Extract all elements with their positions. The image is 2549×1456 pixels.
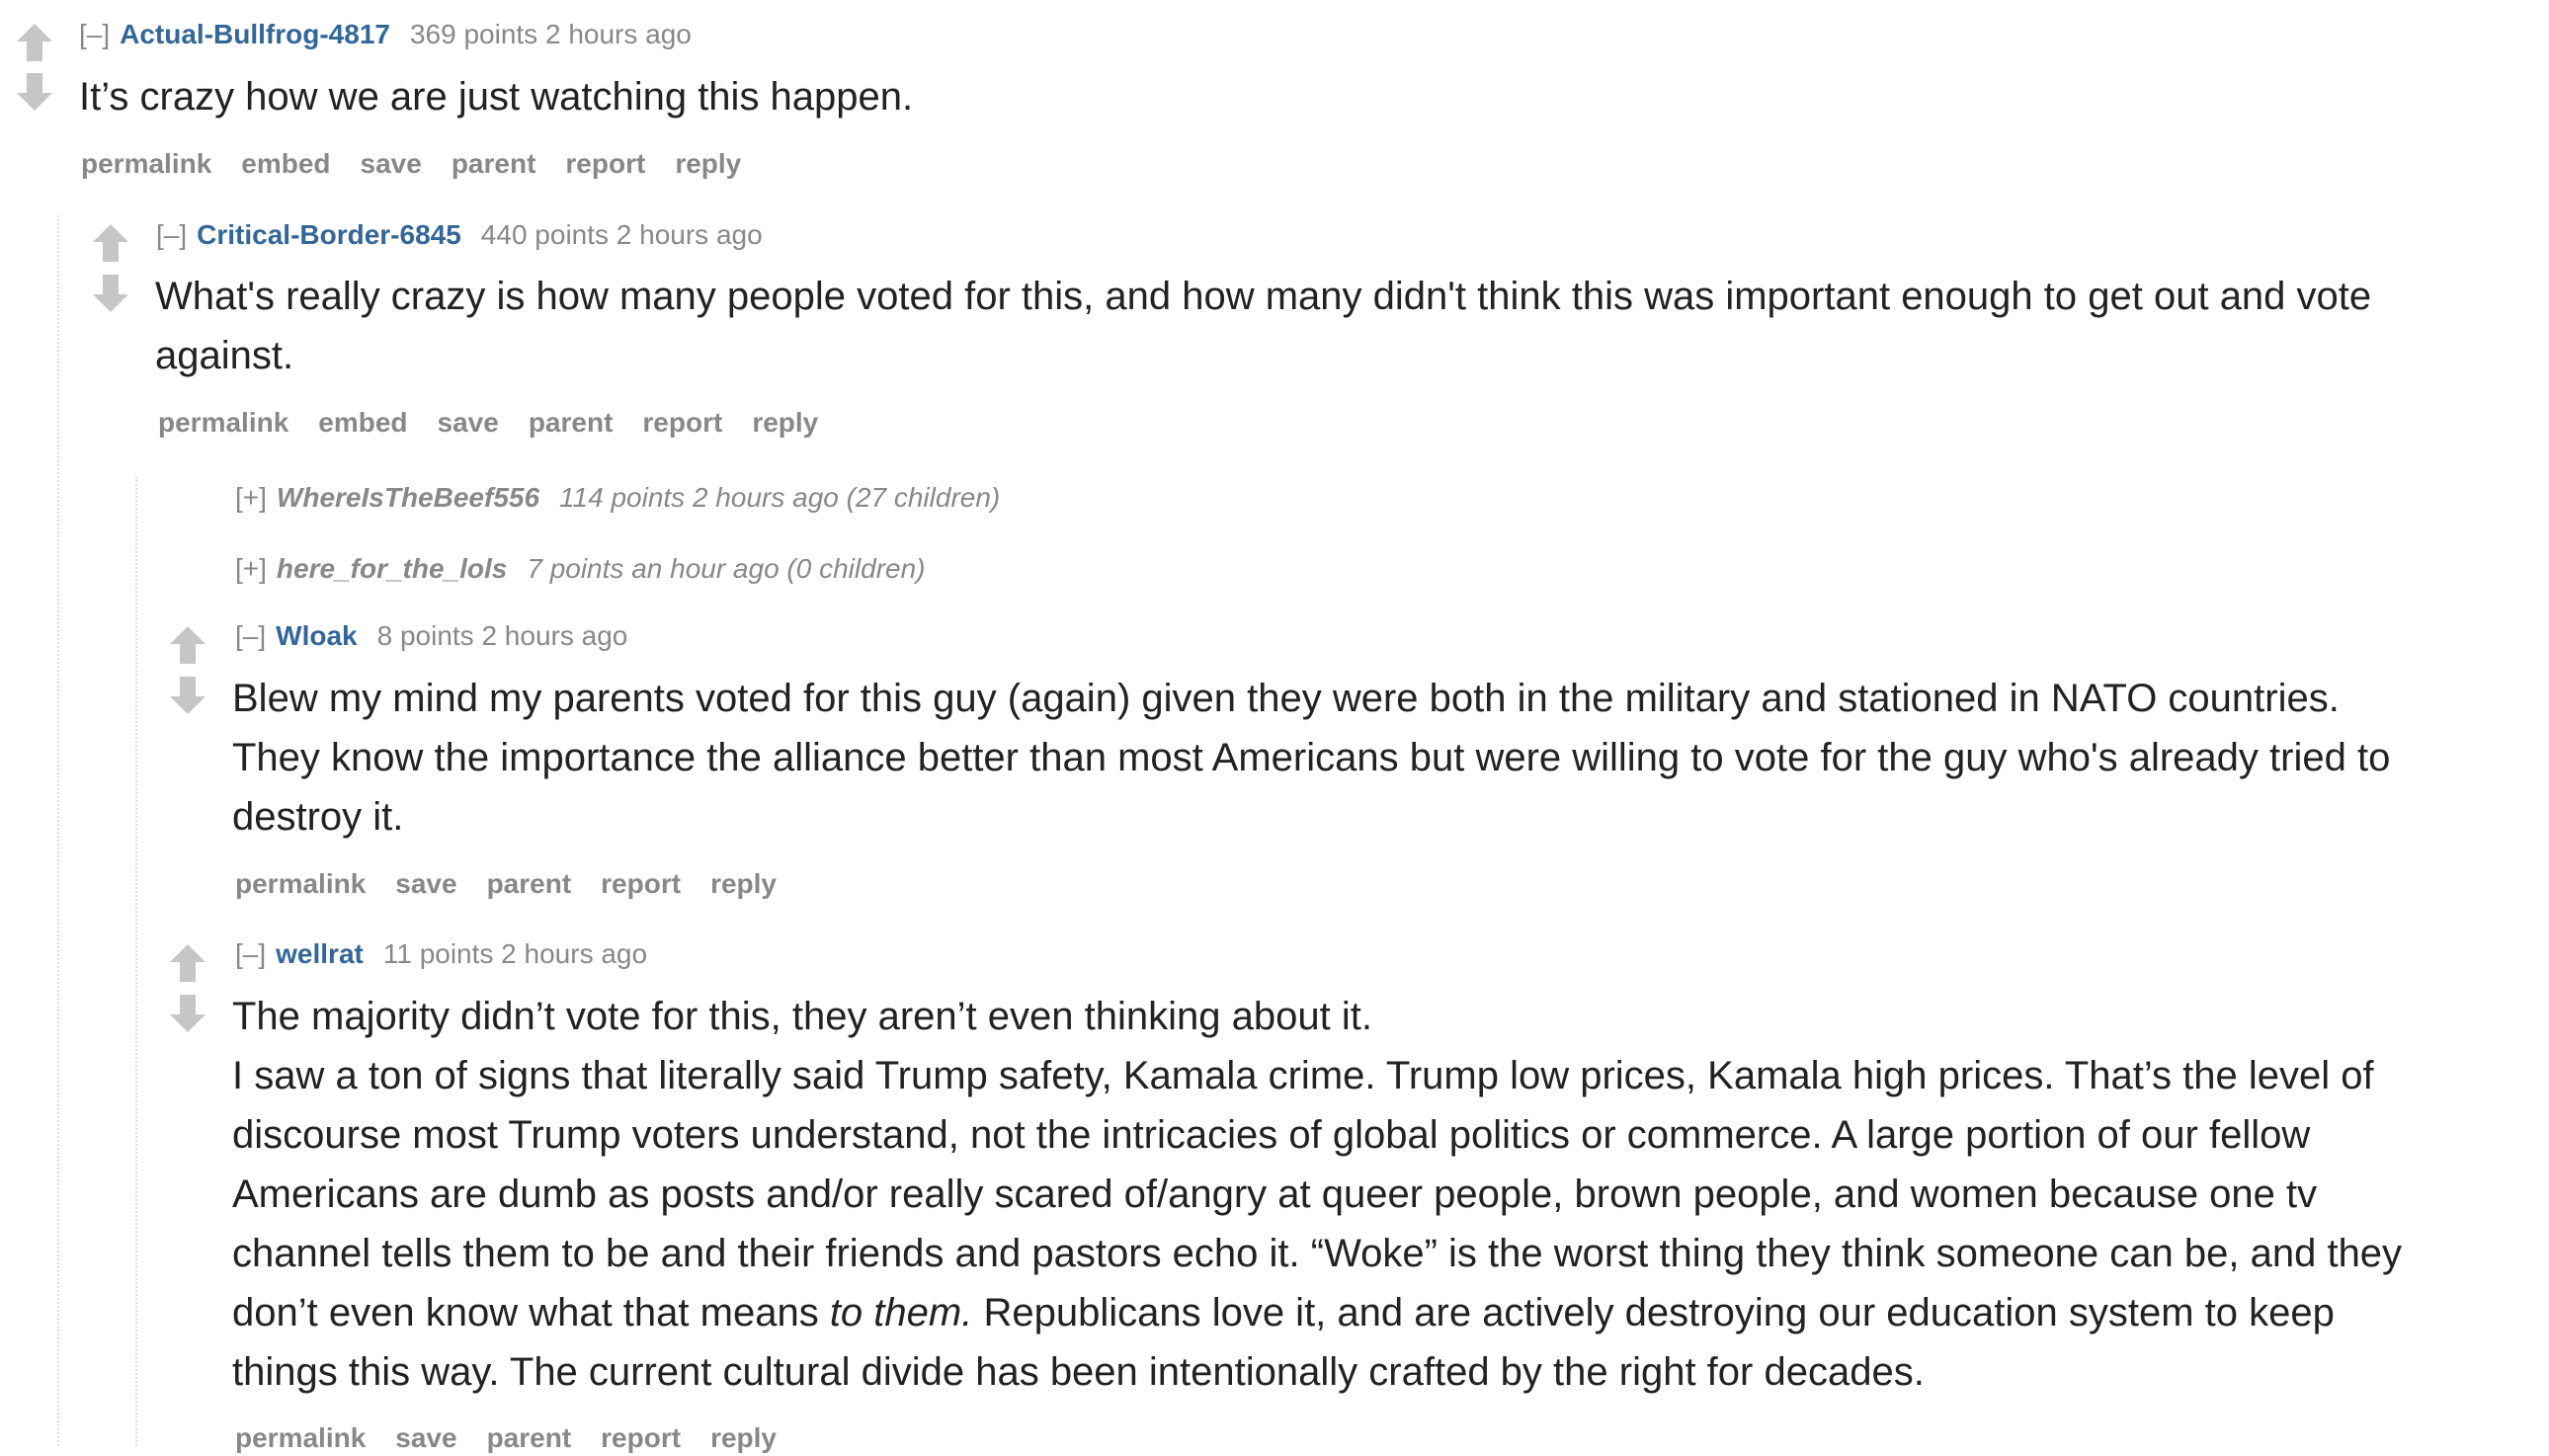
thread-line-level-1	[57, 215, 59, 1446]
upvote-button[interactable]	[168, 942, 207, 984]
expand-toggle[interactable]: [+]	[235, 482, 267, 513]
upvote-button[interactable]	[15, 22, 54, 63]
comment-whereisthebeef-collapsed: [+] WhereIsTheBeef556 114 points 2 hours a…	[235, 480, 1000, 516]
collapse-toggle[interactable]: [–]	[235, 620, 266, 651]
comment-tagline: [+] here_for_the_lols 7 points an hour ago…	[235, 551, 926, 587]
parent-link[interactable]: parent	[487, 1422, 572, 1453]
comment-meta: 440 points 2 hours ago	[480, 219, 763, 250]
upvote-arrow-icon	[17, 24, 52, 61]
comment-meta: 114 points 2 hours ago (27 children)	[559, 482, 1001, 513]
save-link[interactable]: save	[395, 1422, 456, 1453]
downvote-arrow-icon	[17, 73, 52, 111]
comment-body: It’s crazy how we are just watching this…	[79, 67, 913, 126]
parent-link[interactable]: parent	[452, 148, 536, 179]
comment-meta: 7 points an hour ago (0 children)	[527, 553, 926, 584]
comment-actions: permalink embed save parent report reply	[158, 405, 848, 441]
downvote-arrow-icon	[93, 275, 128, 312]
upvote-arrow-icon	[170, 944, 206, 982]
comment-text-line: channel tells them to be and their frien…	[232, 1232, 2403, 1275]
downvote-button[interactable]	[168, 993, 207, 1034]
save-link[interactable]: save	[361, 148, 422, 179]
report-link[interactable]: report	[642, 407, 722, 438]
downvote-button[interactable]	[15, 71, 54, 113]
comment-tagline: [–] Critical-Border-6845 440 points 2 hour…	[156, 217, 763, 253]
report-link[interactable]: report	[601, 868, 681, 899]
downvote-button[interactable]	[91, 273, 130, 314]
comment-text-line: I saw a ton of signs that literally said…	[232, 1054, 2374, 1097]
reply-link[interactable]: reply	[710, 868, 777, 899]
comment-here-for-the-lols-collapsed: [+] here_for_the_lols 7 points an hour ago…	[235, 551, 926, 587]
collapse-toggle[interactable]: [–]	[156, 219, 187, 250]
comment-meta: 8 points 2 hours ago	[376, 620, 628, 651]
author-link[interactable]: Actual-Bullfrog-4817	[120, 19, 390, 49]
comment-tagline: [–] Actual-Bullfrog-4817 369 points 2 hour…	[79, 17, 692, 52]
permalink-link[interactable]: permalink	[81, 148, 211, 179]
expand-toggle[interactable]: [+]	[235, 553, 267, 584]
upvote-arrow-icon	[170, 626, 206, 664]
report-link[interactable]: report	[601, 1422, 681, 1453]
collapse-toggle[interactable]: [–]	[79, 19, 110, 49]
comment-meta: 369 points 2 hours ago	[409, 19, 692, 49]
embed-link[interactable]: embed	[318, 407, 407, 438]
permalink-link[interactable]: permalink	[235, 868, 366, 899]
comment-text-line: discourse most Trump voters understand, …	[232, 1113, 2311, 1157]
comment-text-line: things this way. The current cultural di…	[232, 1350, 1925, 1394]
comment-text-line: don’t even know what that means to them.…	[232, 1283, 2534, 1342]
comment-body: Blew my mind my parents voted for this g…	[232, 669, 2534, 847]
embed-link[interactable]: embed	[241, 148, 330, 179]
reply-link[interactable]: reply	[710, 1422, 777, 1453]
downvote-arrow-icon	[170, 677, 206, 714]
report-link[interactable]: report	[565, 148, 645, 179]
text-segment: Republicans love it, and are actively de…	[972, 1291, 2335, 1335]
comment-text-line: destroy it.	[232, 795, 404, 839]
author-link[interactable]: wellrat	[276, 938, 364, 969]
comment-text: It’s crazy how we are just watching this…	[79, 75, 914, 119]
comment-text-line: They know the importance the alliance be…	[232, 736, 2391, 779]
reply-link[interactable]: reply	[675, 148, 741, 179]
comment-tagline: [+] WhereIsTheBeef556 114 points 2 hours a…	[235, 480, 1000, 516]
upvote-arrow-icon	[93, 224, 128, 262]
permalink-link[interactable]: permalink	[235, 1422, 366, 1453]
comment-text-line: against.	[155, 334, 294, 377]
comment-text-line: Blew my mind my parents voted for this g…	[232, 677, 2340, 720]
author-link[interactable]: here_for_the_lols	[277, 553, 507, 584]
save-link[interactable]: save	[395, 868, 456, 899]
parent-link[interactable]: parent	[487, 868, 572, 899]
author-link[interactable]: WhereIsTheBeef556	[277, 482, 539, 513]
downvote-arrow-icon	[170, 995, 206, 1032]
comment-body: The majority didn’t vote for this, they …	[232, 987, 2534, 1402]
emphasized-text: to them.	[829, 1291, 973, 1335]
thread-line-level-2	[135, 477, 137, 1446]
upvote-button[interactable]	[91, 222, 130, 264]
comment-paragraph: The majority didn’t vote for this, they …	[232, 995, 1372, 1038]
parent-link[interactable]: parent	[529, 407, 614, 438]
comment-tagline: [–] Wloak 8 points 2 hours ago	[235, 618, 627, 654]
save-link[interactable]: save	[438, 407, 499, 438]
author-link[interactable]: Critical-Border-6845	[197, 219, 461, 250]
downvote-button[interactable]	[168, 675, 207, 716]
comment-text-line: Americans are dumb as posts and/or reall…	[232, 1173, 2318, 1216]
comment-actions: permalink save parent report reply	[235, 866, 806, 902]
comment-text-line: What's really crazy is how many people v…	[155, 275, 2372, 318]
author-link[interactable]: Wloak	[276, 620, 357, 651]
comment-actions: permalink embed save parent report reply	[81, 146, 771, 182]
comment-actions: permalink save parent report reply	[235, 1420, 806, 1456]
comment-tagline: [–] wellrat 11 points 2 hours ago	[235, 936, 647, 972]
comment-meta: 11 points 2 hours ago	[382, 938, 648, 969]
upvote-button[interactable]	[168, 624, 207, 666]
comment-body: What's really crazy is how many people v…	[155, 267, 2526, 385]
permalink-link[interactable]: permalink	[158, 407, 288, 438]
reply-link[interactable]: reply	[752, 407, 818, 438]
collapse-toggle[interactable]: [–]	[235, 938, 266, 969]
text-segment: don’t even know what that means	[232, 1291, 830, 1335]
